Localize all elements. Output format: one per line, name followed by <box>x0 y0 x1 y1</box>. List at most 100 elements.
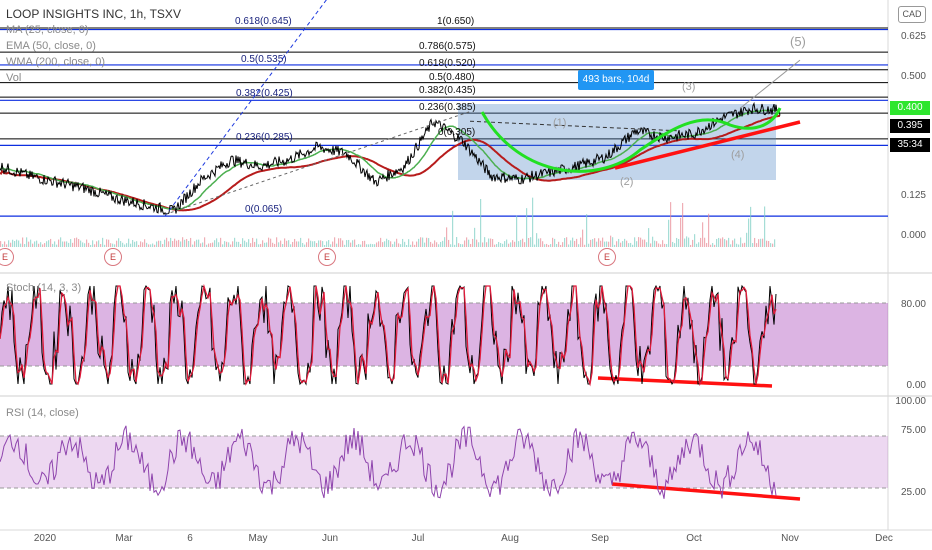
volume-bar <box>44 243 46 247</box>
ema-indicator-label[interactable]: EMA (50, close, 0) <box>6 40 96 53</box>
volume-bar <box>232 241 234 247</box>
volume-bar <box>192 244 194 247</box>
volume-bar <box>542 241 544 247</box>
volume-bar <box>440 241 442 247</box>
volume-bar <box>68 242 70 247</box>
volume-bar <box>336 243 338 247</box>
volume-bar <box>588 243 590 247</box>
volume-bar <box>200 243 202 247</box>
volume-bar <box>520 239 522 247</box>
earnings-marker[interactable]: E <box>318 248 336 266</box>
volume-bar <box>66 241 68 247</box>
volume-bar <box>228 242 230 247</box>
volume-bar <box>546 243 548 247</box>
volume-bar <box>486 242 488 247</box>
vol-indicator-label[interactable]: Vol <box>6 72 21 85</box>
volume-bar <box>688 237 690 247</box>
wave-3-label: (3) <box>682 81 696 93</box>
volume-bar <box>712 243 714 247</box>
volume-bar <box>560 244 562 247</box>
volume-bar <box>646 242 648 247</box>
volume-bar <box>312 241 314 247</box>
symbol-title: LOOP INSIGHTS INC, 1h, TSXV <box>6 7 181 21</box>
volume-bar <box>684 238 686 247</box>
earnings-marker[interactable]: E <box>104 248 122 266</box>
volume-bar <box>298 241 300 247</box>
volume-bar <box>130 243 132 247</box>
volume-bar <box>38 243 40 247</box>
volume-bar <box>596 241 598 247</box>
fib-label-0786: 0.786(0.575) <box>419 41 476 52</box>
fib-label-0236-black: 0.236(0.385) <box>419 102 476 113</box>
volume-bar <box>754 237 756 247</box>
volume-bar <box>734 238 736 247</box>
volume-bar <box>372 244 374 247</box>
volume-bar <box>762 238 764 247</box>
volume-bar <box>704 237 706 247</box>
earnings-marker[interactable]: E <box>598 248 616 266</box>
volume-bar <box>152 243 154 247</box>
volume-bar <box>716 238 718 247</box>
volume-bar <box>20 243 22 247</box>
volume-bar <box>214 240 216 247</box>
volume-bar <box>36 240 38 247</box>
stoch-indicator-label[interactable]: Stoch (14, 3, 3) <box>6 282 81 295</box>
volume-bar <box>482 242 484 247</box>
volume-bar <box>282 244 284 247</box>
volume-bar <box>624 238 626 247</box>
volume-bar <box>742 243 744 247</box>
volume-bar <box>552 237 554 247</box>
rsi-indicator-label[interactable]: RSI (14, close) <box>6 407 79 420</box>
rsi-band <box>0 436 888 488</box>
x-tick: 6 <box>187 533 193 544</box>
volume-bar <box>614 244 616 247</box>
volume-bar <box>106 239 108 247</box>
volume-bar <box>720 238 722 247</box>
volume-bar <box>492 239 494 247</box>
x-tick: Aug <box>501 533 519 544</box>
volume-bar <box>26 237 28 247</box>
volume-bar <box>144 239 146 247</box>
volume-bar <box>328 240 330 247</box>
volume-bar <box>602 237 604 247</box>
volume-bar <box>570 240 572 247</box>
volume-bar <box>378 241 380 247</box>
chart-stage[interactable]: LOOP INSIGHTS INC, 1h, TSXV MA (25, clos… <box>0 0 932 550</box>
volume-bar <box>294 238 296 247</box>
volume-bar <box>528 238 530 247</box>
volume-bar <box>612 237 614 247</box>
ma-indicator-label[interactable]: MA (25, close, 0) <box>6 24 89 37</box>
volume-bar <box>386 238 388 247</box>
volume-bar <box>178 239 180 247</box>
volume-bar <box>142 242 144 247</box>
volume-bar <box>676 237 678 247</box>
price-axis[interactable]: 0.625 0.500 0.125 0.000 80.00 0.00 100.0… <box>888 0 932 550</box>
volume-bar <box>620 242 622 247</box>
volume-bar <box>246 242 248 247</box>
volume-bar <box>524 242 526 247</box>
volume-bar <box>310 240 312 247</box>
volume-bar <box>320 240 322 247</box>
volume-bar <box>116 240 118 247</box>
volume-bar <box>632 244 634 247</box>
volume-bar <box>564 238 566 247</box>
volume-bar <box>460 244 462 247</box>
wma-indicator-label[interactable]: WMA (200, close, 0) <box>6 56 105 69</box>
volume-bar <box>764 206 766 247</box>
volume-bar <box>78 239 80 247</box>
volume-bar <box>470 243 472 247</box>
volume-bar <box>692 239 694 247</box>
volume-bar <box>616 241 618 247</box>
volume-bar <box>356 244 358 247</box>
volume-bar <box>4 241 6 247</box>
volume-bar <box>322 241 324 247</box>
volume-bar <box>400 244 402 247</box>
volume-bar <box>352 240 354 247</box>
volume-bar <box>226 241 228 247</box>
volume-bar <box>538 238 540 247</box>
volume-bar <box>366 244 368 247</box>
volume-bar <box>202 242 204 247</box>
volume-bar <box>10 242 12 247</box>
price-tag-green: 0.400 <box>890 101 930 115</box>
volume-bar <box>740 237 742 247</box>
